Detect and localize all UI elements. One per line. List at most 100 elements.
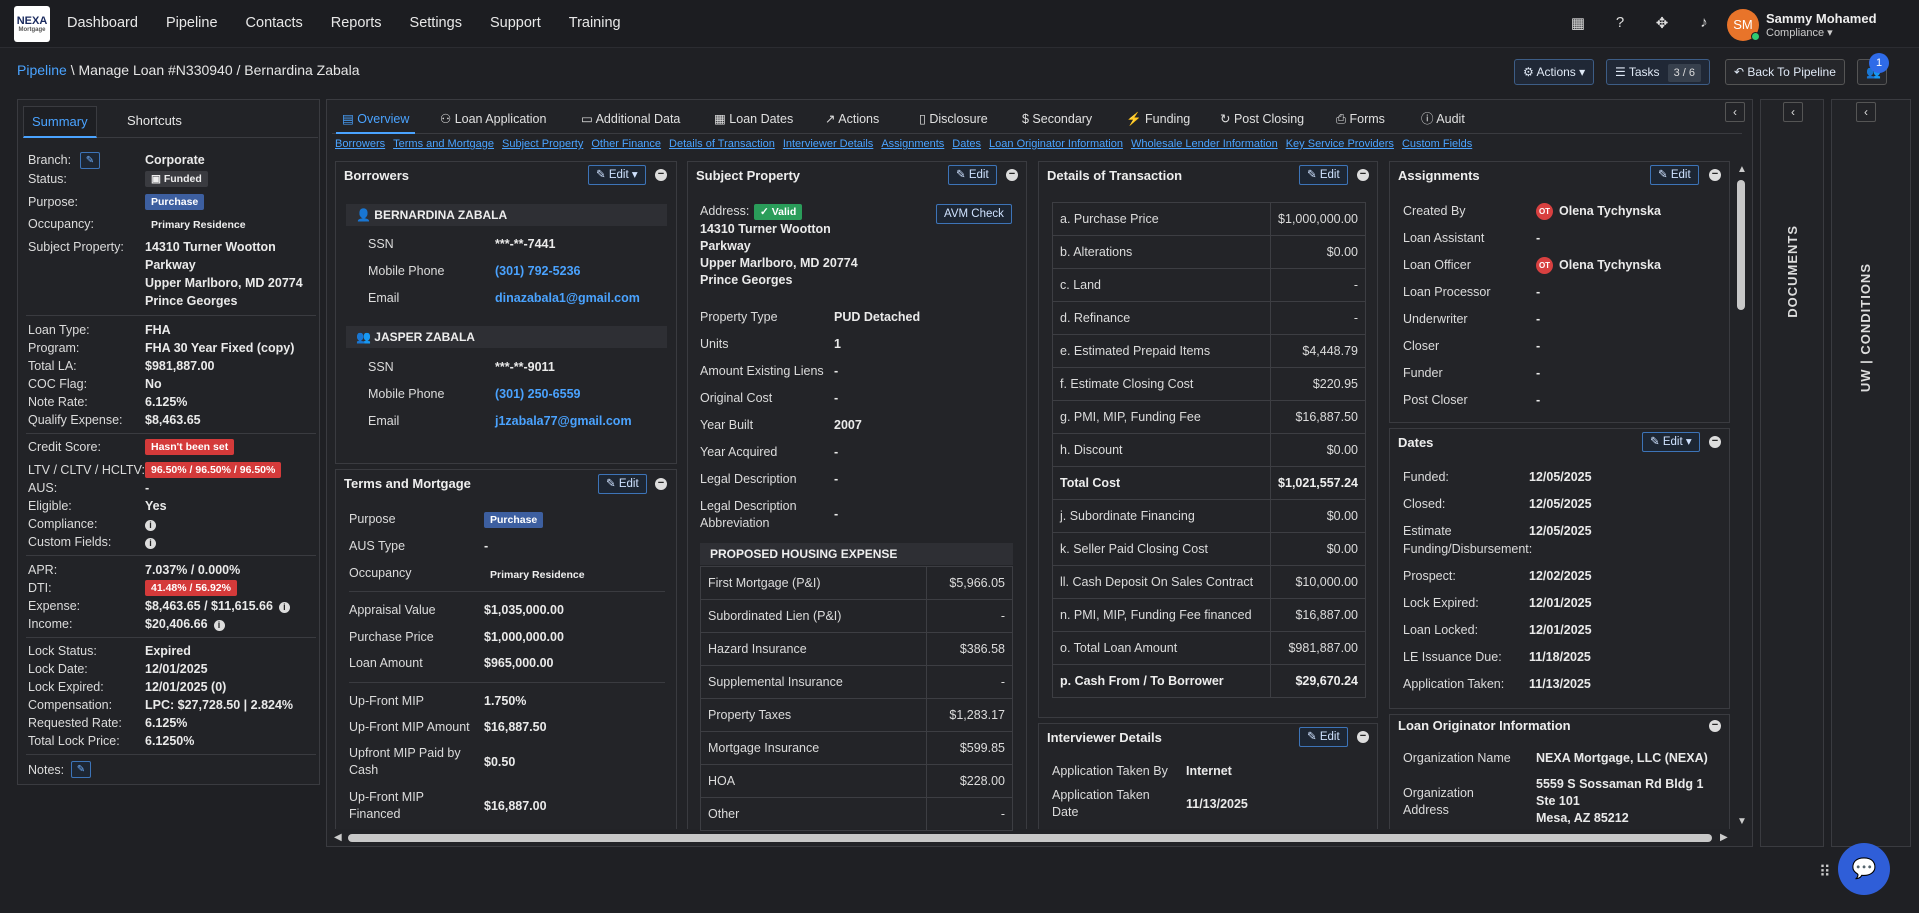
tab-post-closing[interactable]: ↻ Post Closing <box>1220 108 1304 134</box>
user-avatar[interactable]: SM <box>1727 9 1760 41</box>
help-icon[interactable]: ? <box>1610 14 1630 32</box>
custom-fields-info-icon[interactable]: i <box>145 538 156 549</box>
nav-support[interactable]: Support <box>490 15 541 31</box>
link-custom-fields[interactable]: Custom Fields <box>1402 138 1472 150</box>
table-row: c. Land - <box>1051 268 1366 302</box>
compliance-info-icon[interactable]: i <box>145 520 156 531</box>
table-row: p. Cash From / To Borrower $29,670.24 <box>1051 664 1366 698</box>
assignments-edit-button[interactable]: ✎ Edit <box>1650 165 1699 185</box>
tab-shortcuts[interactable]: Shortcuts <box>119 106 190 138</box>
link-wholesale-lender-information[interactable]: Wholesale Lender Information <box>1131 138 1278 150</box>
nexa-logo[interactable]: NEXA Mortgage <box>14 6 50 42</box>
collapse-left-icon[interactable]: ‹ <box>1725 102 1745 122</box>
link-terms-and-mortgage[interactable]: Terms and Mortgage <box>393 138 494 150</box>
edit-branch-pencil-icon[interactable]: ✎ <box>80 152 100 169</box>
tab-forms[interactable]: ⎙ Forms <box>1336 108 1385 134</box>
documents-label[interactable]: DOCUMENTS <box>1785 225 1800 318</box>
tab-secondary[interactable]: $ Secondary <box>1022 108 1092 134</box>
expense-info-icon[interactable]: i <box>278 602 290 613</box>
original-cost-value: - <box>834 391 839 405</box>
tab-disclosure[interactable]: ▯ Disclosure <box>919 108 988 134</box>
link-interviewer-details[interactable]: Interviewer Details <box>783 138 873 150</box>
tab-funding[interactable]: ⚡ Funding <box>1126 108 1190 134</box>
link-other-finance[interactable]: Other Finance <box>591 138 661 150</box>
nav-dashboard[interactable]: Dashboard <box>67 15 138 31</box>
borrower-1-email[interactable]: dinazabala1@gmail.com <box>495 291 640 305</box>
conditions-label[interactable]: UW | CONDITIONS <box>1858 263 1873 392</box>
table-cell: - <box>926 797 1013 831</box>
interviewer-edit-button[interactable]: ✎ Edit <box>1299 727 1348 747</box>
borrower-2-email[interactable]: j1zabala77@gmail.com <box>495 414 632 428</box>
chat-widget-button[interactable]: 💬 <box>1838 843 1890 895</box>
value-loan-type: FHA <box>145 323 171 337</box>
subject-line-3: Upper Marlboro, MD 20774 <box>145 276 303 290</box>
link-subject-property[interactable]: Subject Property <box>502 138 583 150</box>
fullscreen-icon[interactable]: ✥ <box>1652 14 1672 32</box>
tab-audit[interactable]: ⓘ Audit <box>1421 108 1465 134</box>
link-dates[interactable]: Dates <box>952 138 981 150</box>
link-details-of-transaction[interactable]: Details of Transaction <box>669 138 775 150</box>
collapse-icon[interactable]: − <box>1709 169 1721 181</box>
arrow-up-right-icon: ↗ <box>825 112 839 126</box>
collapse-icon[interactable]: − <box>1357 169 1369 181</box>
gear-icon: ⚙ <box>1523 65 1537 79</box>
link-loan-originator-information[interactable]: Loan Originator Information <box>989 138 1123 150</box>
borrower-1-phone[interactable]: (301) 792-5236 <box>495 264 580 278</box>
collapse-icon[interactable]: − <box>1709 720 1721 732</box>
nav-training[interactable]: Training <box>569 15 621 31</box>
assignments-title: Assignments <box>1398 168 1480 183</box>
transaction-edit-button[interactable]: ✎ Edit <box>1299 165 1348 185</box>
value-income: $20,406.66 <box>145 617 208 631</box>
collapse-icon[interactable]: − <box>1357 731 1369 743</box>
subject-edit-button[interactable]: ✎ Edit <box>948 165 997 185</box>
tab-summary[interactable]: Summary <box>23 106 97 138</box>
terms-edit-button[interactable]: ✎ Edit <box>598 474 647 494</box>
edit-notes-pencil-icon[interactable]: ✎ <box>71 761 91 778</box>
bell-icon[interactable]: ♪ <box>1694 14 1714 32</box>
tasks-button[interactable]: ☰ Tasks 3 / 6 <box>1606 59 1710 85</box>
borrowers-card: Borrowers ✎ Edit ▾ − 👤 BERNARDINA ZABALA… <box>335 161 677 464</box>
link-borrowers[interactable]: Borrowers <box>335 138 385 150</box>
collapse-icon[interactable]: − <box>1006 169 1018 181</box>
drag-handle-icon[interactable]: ⠿ <box>1819 862 1831 882</box>
scroll-right-arrow-icon[interactable]: ▶ <box>1720 832 1728 843</box>
scroll-down-arrow-icon[interactable]: ▼ <box>1737 816 1747 827</box>
expand-conditions-icon[interactable]: ‹ <box>1856 102 1876 122</box>
scroll-left-arrow-icon[interactable]: ◀ <box>334 832 342 843</box>
user-name[interactable]: Sammy Mohamed <box>1766 11 1877 26</box>
link-assignments[interactable]: Assignments <box>881 138 944 150</box>
link-key-service-providers[interactable]: Key Service Providers <box>1286 138 1394 150</box>
nav-contacts[interactable]: Contacts <box>246 15 303 31</box>
user-role-dropdown[interactable]: Compliance ▾ <box>1766 26 1833 39</box>
back-to-pipeline-button[interactable]: ↶ Back To Pipeline <box>1725 59 1845 85</box>
nav-reports[interactable]: Reports <box>331 15 382 31</box>
avm-check-button[interactable]: AVM Check <box>936 204 1012 224</box>
tab-loan-application[interactable]: ⚇ Loan Application <box>440 108 546 134</box>
calendar-icon[interactable]: ▦ <box>1568 14 1588 32</box>
vertical-scrollbar[interactable] <box>1737 180 1745 310</box>
borrower-2-phone[interactable]: (301) 250-6559 <box>495 387 580 401</box>
nav-pipeline[interactable]: Pipeline <box>166 15 218 31</box>
horizontal-scrollbar[interactable] <box>348 834 1712 842</box>
tab-loan-dates[interactable]: ▦ Loan Dates <box>714 108 793 134</box>
tab-overview[interactable]: ▤ Overview <box>336 108 416 134</box>
collapse-icon[interactable]: − <box>1709 436 1721 448</box>
main-tabs: ▤ Overview ⚇ Loan Application ▭ Addition… <box>332 108 1742 134</box>
table-cell: $4,448.79 <box>1270 334 1366 368</box>
collapse-icon[interactable]: − <box>655 169 667 181</box>
label-compensation: Compensation: <box>28 698 113 712</box>
appraisal-value: $1,035,000.00 <box>484 603 564 617</box>
expand-documents-icon[interactable]: ‹ <box>1783 102 1803 122</box>
scroll-up-arrow-icon[interactable]: ▲ <box>1737 164 1747 175</box>
tab-actions[interactable]: ↗ Actions <box>825 108 879 134</box>
nav-settings[interactable]: Settings <box>410 15 462 31</box>
collapse-icon[interactable]: − <box>655 478 667 490</box>
purchase-price-label: Purchase Price <box>349 630 434 644</box>
table-cell: - <box>1270 268 1366 302</box>
actions-button[interactable]: ⚙ Actions ▾ <box>1514 59 1595 85</box>
breadcrumb-pipeline-link[interactable]: Pipeline <box>17 62 67 78</box>
income-info-icon[interactable]: i <box>213 620 225 631</box>
borrowers-edit-button[interactable]: ✎ Edit ▾ <box>588 165 646 185</box>
tab-additional-data[interactable]: ▭ Additional Data <box>581 108 680 134</box>
dates-edit-button[interactable]: ✎ Edit ▾ <box>1642 432 1700 452</box>
